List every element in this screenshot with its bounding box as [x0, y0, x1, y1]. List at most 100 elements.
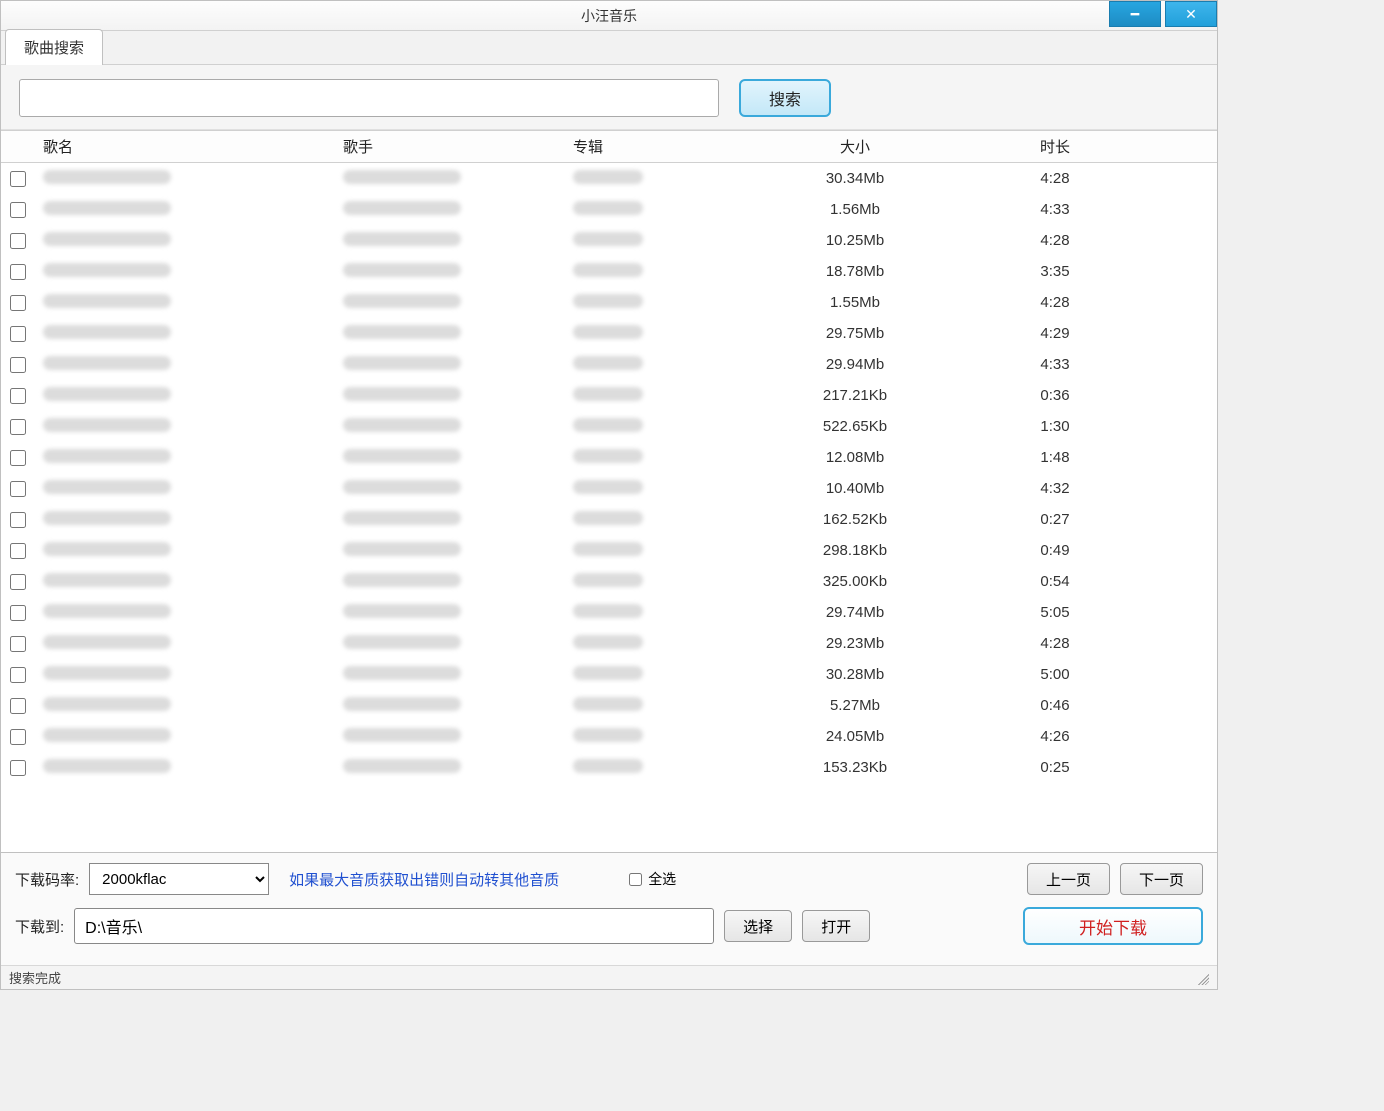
- cell-size: 162.52Kb: [755, 511, 955, 528]
- minimize-button[interactable]: ━: [1109, 1, 1161, 27]
- cell-size: 217.21Kb: [755, 387, 955, 404]
- cell-song-name: [35, 263, 335, 281]
- cell-artist: [335, 387, 565, 405]
- close-icon: ✕: [1185, 6, 1197, 23]
- row-checkbox[interactable]: [10, 481, 26, 497]
- col-size[interactable]: 大小: [755, 136, 955, 157]
- table-row[interactable]: 1.56Mb4:33: [1, 194, 1217, 225]
- row-checkbox[interactable]: [10, 388, 26, 404]
- row-checkbox[interactable]: [10, 698, 26, 714]
- cell-duration: 4:29: [955, 325, 1155, 342]
- table-row[interactable]: 10.40Mb4:32: [1, 473, 1217, 504]
- table-row[interactable]: 10.25Mb4:28: [1, 225, 1217, 256]
- row-checkbox[interactable]: [10, 357, 26, 373]
- table-row[interactable]: 29.75Mb4:29: [1, 318, 1217, 349]
- cell-song-name: [35, 356, 335, 374]
- cell-duration: 4:28: [955, 170, 1155, 187]
- row-checkbox[interactable]: [10, 605, 26, 621]
- cell-duration: 0:25: [955, 759, 1155, 776]
- cell-song-name: [35, 232, 335, 250]
- table-row[interactable]: 153.23Kb0:25: [1, 752, 1217, 783]
- cell-size: 1.56Mb: [755, 201, 955, 218]
- cell-artist: [335, 728, 565, 746]
- table-row[interactable]: 1.55Mb4:28: [1, 287, 1217, 318]
- cell-artist: [335, 449, 565, 467]
- col-song-name[interactable]: 歌名: [35, 136, 335, 157]
- window-controls: ━ ✕: [1109, 1, 1217, 27]
- cell-size: 24.05Mb: [755, 728, 955, 745]
- col-duration[interactable]: 时长: [955, 136, 1155, 157]
- cell-size: 5.27Mb: [755, 697, 955, 714]
- row-checkbox[interactable]: [10, 419, 26, 435]
- cell-size: 29.94Mb: [755, 356, 955, 373]
- cell-duration: 4:28: [955, 635, 1155, 652]
- next-page-button[interactable]: 下一页: [1120, 863, 1203, 895]
- col-album[interactable]: 专辑: [565, 136, 755, 157]
- row-checkbox[interactable]: [10, 233, 26, 249]
- row-checkbox[interactable]: [10, 295, 26, 311]
- cell-album: [565, 201, 755, 219]
- table-row[interactable]: 29.23Mb4:28: [1, 628, 1217, 659]
- row-checkbox[interactable]: [10, 326, 26, 342]
- bitrate-select[interactable]: 2000kflac: [89, 863, 269, 895]
- search-input[interactable]: [19, 79, 719, 117]
- download-path-input[interactable]: [74, 908, 714, 944]
- cell-song-name: [35, 418, 335, 436]
- app-window: 小汪音乐 ━ ✕ 歌曲搜索 搜索 歌名 歌手 专辑 大小 时长: [0, 0, 1218, 990]
- tab-label: 歌曲搜索: [24, 40, 84, 57]
- table-row[interactable]: 522.65Kb1:30: [1, 411, 1217, 442]
- row-checkbox[interactable]: [10, 636, 26, 652]
- cell-album: [565, 573, 755, 591]
- cell-song-name: [35, 325, 335, 343]
- table-row[interactable]: 18.78Mb3:35: [1, 256, 1217, 287]
- table-row[interactable]: 29.94Mb4:33: [1, 349, 1217, 380]
- cell-size: 30.28Mb: [755, 666, 955, 683]
- open-path-button[interactable]: 打开: [802, 910, 870, 942]
- cell-song-name: [35, 573, 335, 591]
- cell-song-name: [35, 201, 335, 219]
- table-row[interactable]: 162.52Kb0:27: [1, 504, 1217, 535]
- table-row[interactable]: 325.00Kb0:54: [1, 566, 1217, 597]
- cell-size: 29.23Mb: [755, 635, 955, 652]
- cell-artist: [335, 542, 565, 560]
- row-checkbox[interactable]: [10, 667, 26, 683]
- start-download-button[interactable]: 开始下载: [1023, 907, 1203, 945]
- search-button[interactable]: 搜索: [739, 79, 831, 117]
- col-artist[interactable]: 歌手: [335, 136, 565, 157]
- table-scroll[interactable]: 歌名 歌手 专辑 大小 时长 30.34Mb4:281.56Mb4:3310.2…: [1, 131, 1217, 852]
- row-checkbox[interactable]: [10, 202, 26, 218]
- choose-path-button[interactable]: 选择: [724, 910, 792, 942]
- row-checkbox[interactable]: [10, 171, 26, 187]
- table-row[interactable]: 5.27Mb0:46: [1, 690, 1217, 721]
- row-checkbox[interactable]: [10, 543, 26, 559]
- row-checkbox[interactable]: [10, 760, 26, 776]
- cell-duration: 4:33: [955, 201, 1155, 218]
- cell-album: [565, 666, 755, 684]
- select-all-checkbox[interactable]: [629, 873, 642, 886]
- table-row[interactable]: 29.74Mb5:05: [1, 597, 1217, 628]
- resize-grip-icon[interactable]: [1195, 971, 1209, 985]
- search-row: 搜索: [1, 65, 1217, 130]
- row-checkbox[interactable]: [10, 512, 26, 528]
- table-row[interactable]: 298.18Kb0:49: [1, 535, 1217, 566]
- minimize-icon: ━: [1131, 6, 1139, 23]
- close-button[interactable]: ✕: [1165, 1, 1217, 27]
- row-checkbox[interactable]: [10, 729, 26, 745]
- bottom-panel: 下载码率: 2000kflac 如果最大音质获取出错则自动转其他音质 全选 上一…: [1, 852, 1217, 965]
- table-row[interactable]: 30.34Mb4:28: [1, 163, 1217, 194]
- cell-song-name: [35, 542, 335, 560]
- row-checkbox[interactable]: [10, 450, 26, 466]
- table-row[interactable]: 30.28Mb5:00: [1, 659, 1217, 690]
- cell-song-name: [35, 511, 335, 529]
- prev-page-button[interactable]: 上一页: [1027, 863, 1110, 895]
- cell-album: [565, 759, 755, 777]
- cell-duration: 4:28: [955, 232, 1155, 249]
- row-checkbox[interactable]: [10, 264, 26, 280]
- row-checkbox[interactable]: [10, 574, 26, 590]
- table-row[interactable]: 217.21Kb0:36: [1, 380, 1217, 411]
- cell-duration: 0:46: [955, 697, 1155, 714]
- table-row[interactable]: 24.05Mb4:26: [1, 721, 1217, 752]
- tab-song-search[interactable]: 歌曲搜索: [5, 29, 103, 65]
- cell-duration: 4:28: [955, 294, 1155, 311]
- table-row[interactable]: 12.08Mb1:48: [1, 442, 1217, 473]
